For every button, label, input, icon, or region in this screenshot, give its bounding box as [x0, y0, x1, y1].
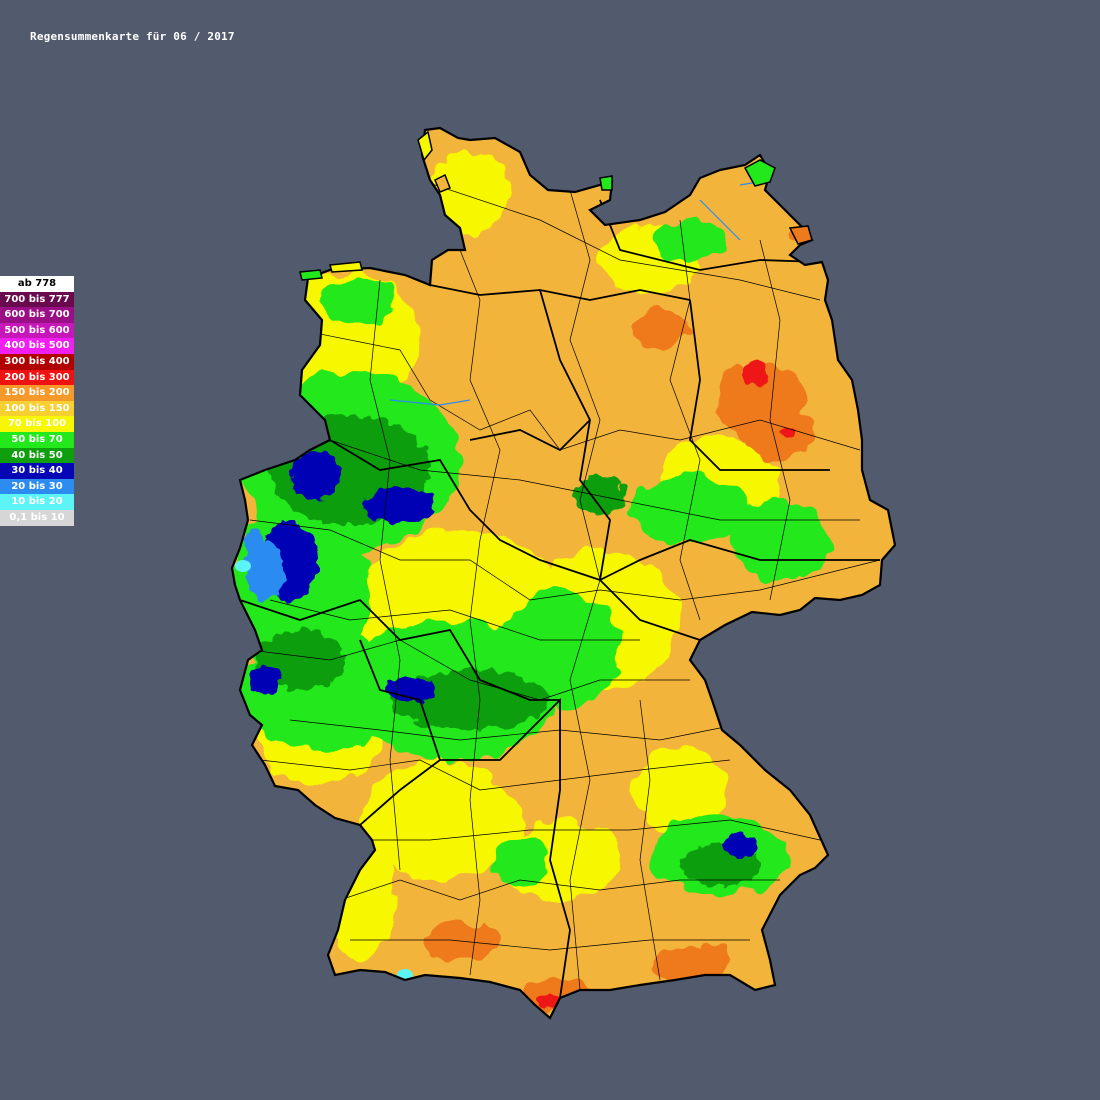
- germany-precipitation-map: [230, 126, 897, 1020]
